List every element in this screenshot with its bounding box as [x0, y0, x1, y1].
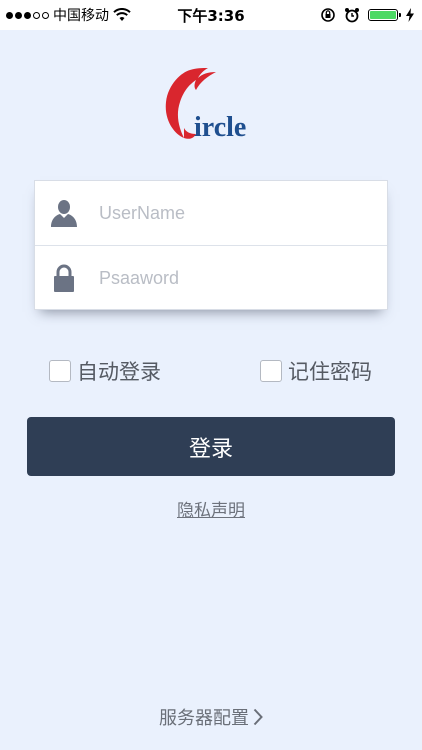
server-config-label: 服务器配置: [159, 708, 249, 729]
username-row: [35, 181, 387, 246]
charging-icon: [406, 8, 414, 22]
status-right: [320, 6, 414, 24]
auto-login-option[interactable]: 自动登录: [49, 356, 161, 386]
logo-text: ircle: [194, 112, 246, 142]
password-input[interactable]: [99, 258, 359, 298]
remember-password-label: 记住密码: [288, 360, 372, 384]
chevron-right-icon: [253, 708, 263, 726]
username-input[interactable]: [99, 193, 359, 233]
battery-icon: [368, 9, 401, 21]
alarm-icon: [345, 8, 359, 23]
remember-password-checkbox[interactable]: [260, 360, 282, 382]
privacy-statement-link[interactable]: 隐私声明: [0, 496, 422, 521]
user-icon: [49, 198, 79, 228]
auto-login-checkbox[interactable]: [49, 360, 71, 382]
lock-icon: [49, 263, 79, 293]
status-bar: 中国移动 下午3:36: [0, 0, 422, 30]
login-form-card: [34, 180, 388, 310]
auto-login-label: 自动登录: [77, 360, 161, 384]
orientation-lock-icon: [321, 8, 335, 22]
password-row: [35, 246, 387, 310]
circle-logo: ircle: [160, 62, 262, 143]
server-config-link[interactable]: 服务器配置: [0, 704, 422, 730]
remember-password-option[interactable]: 记住密码: [260, 356, 372, 386]
login-button[interactable]: 登录: [27, 417, 395, 476]
